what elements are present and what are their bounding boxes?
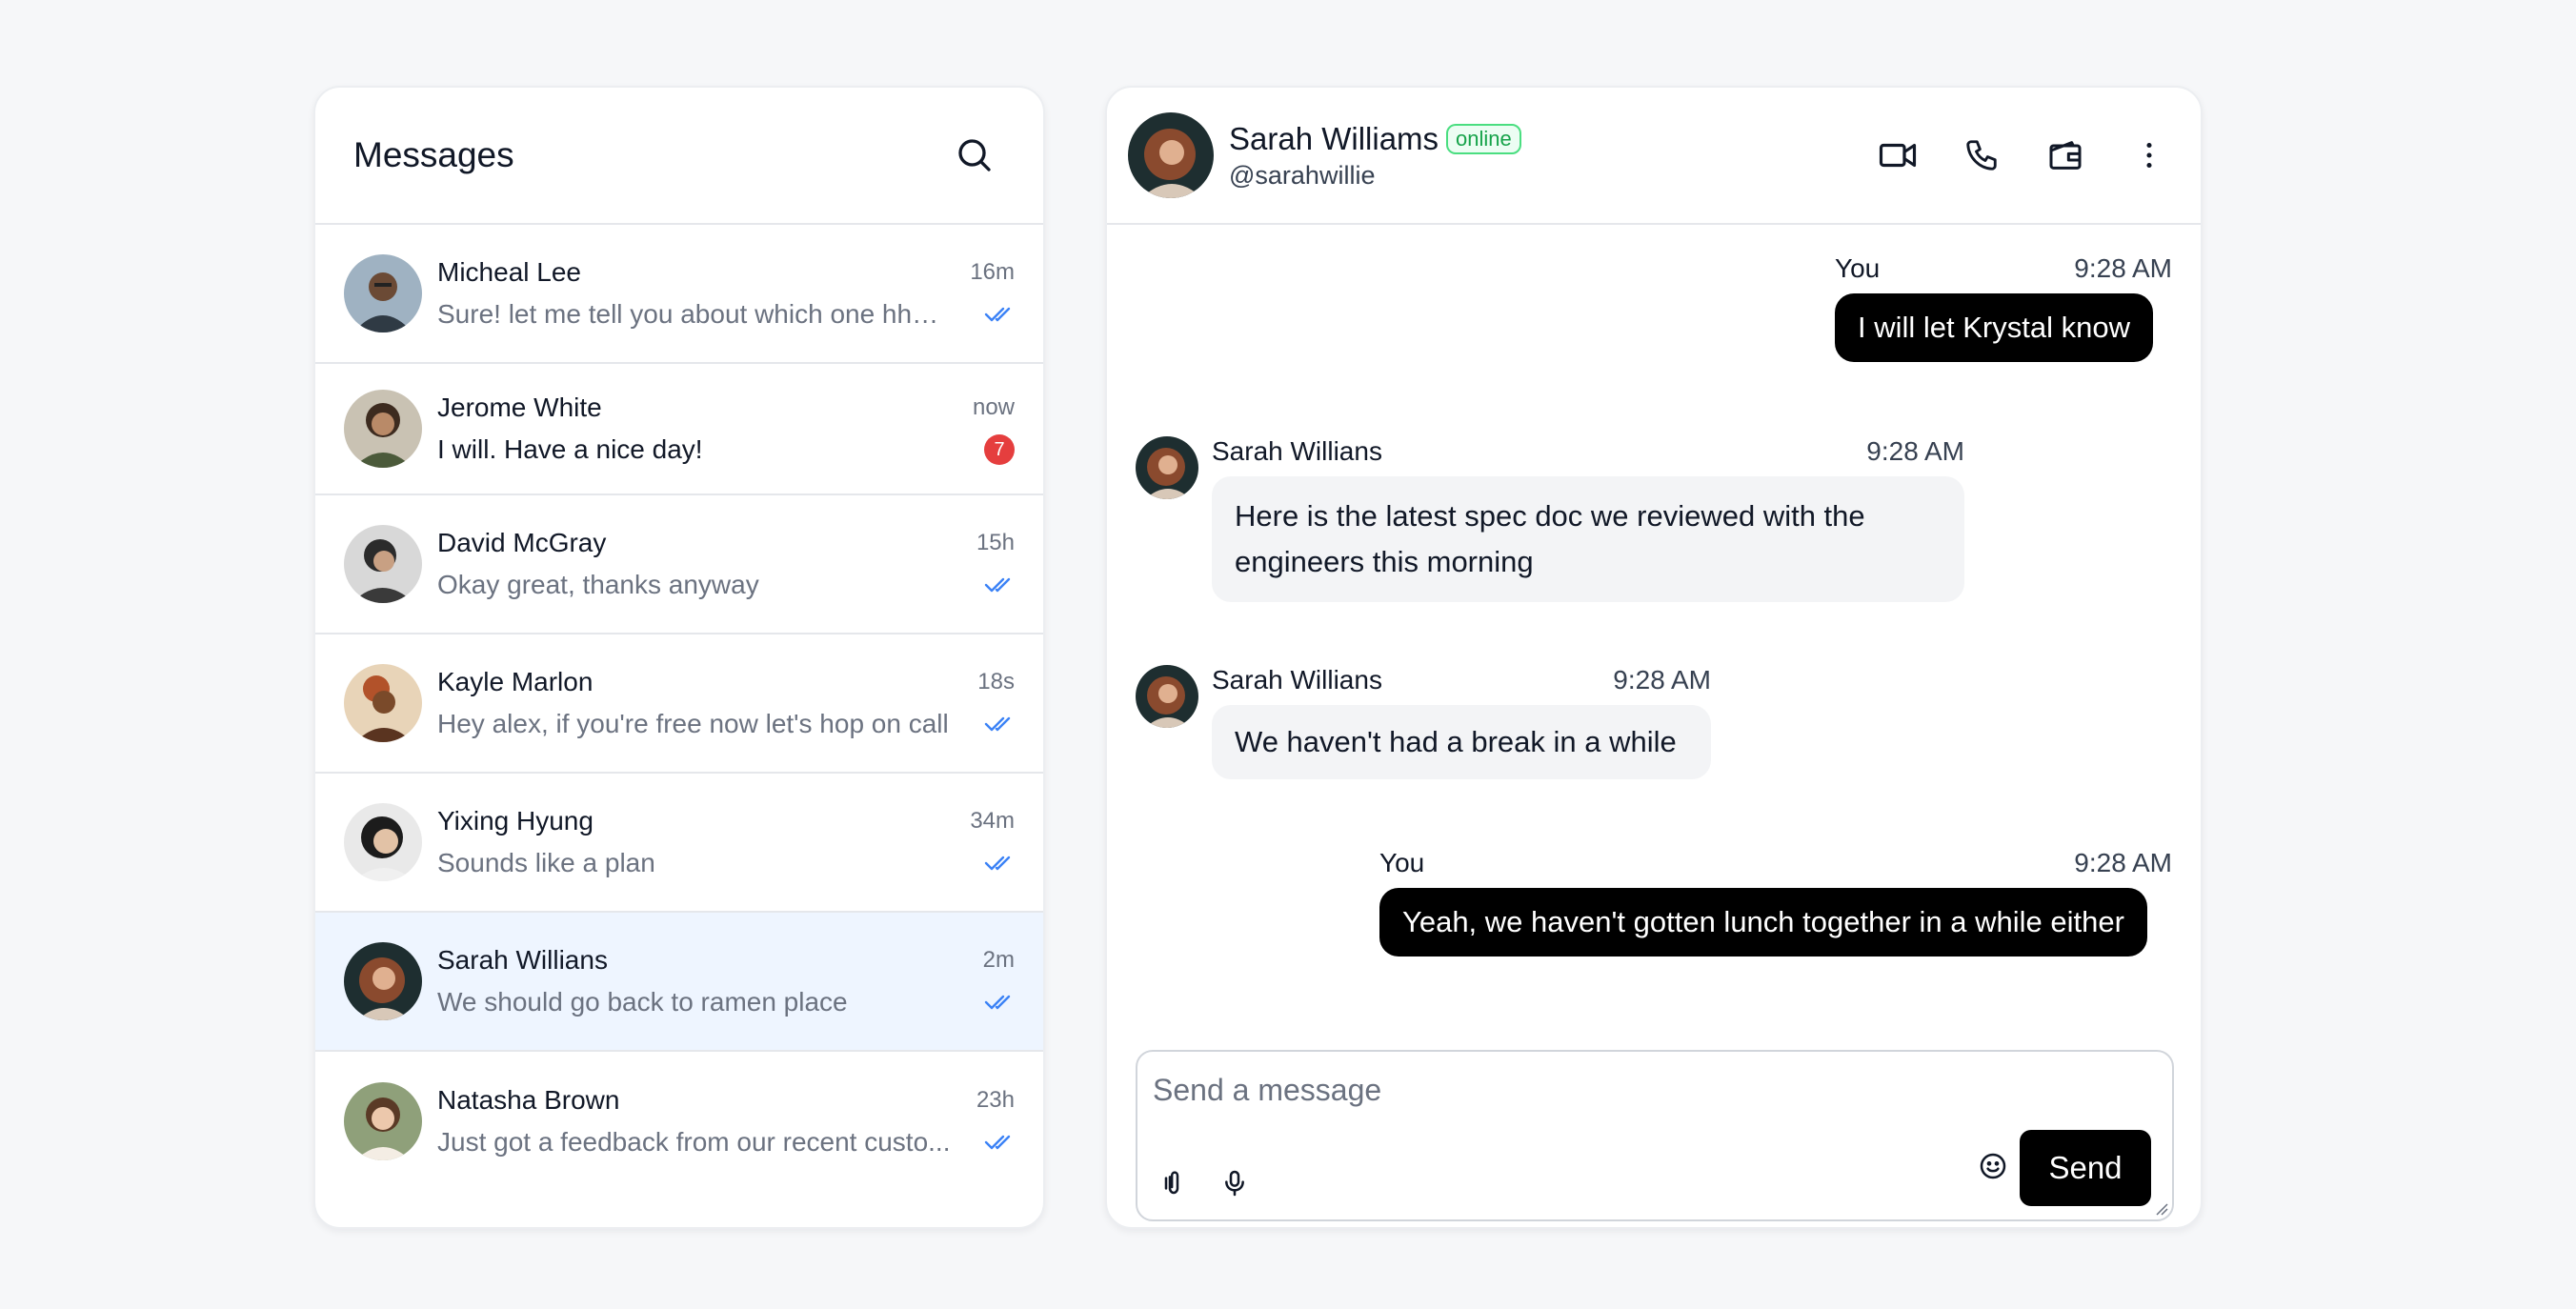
- attach-button[interactable]: [1155, 1164, 1193, 1202]
- message-outgoing: You 9:28 AM I will let Krystal know: [1835, 253, 2172, 362]
- message-time: 9:28 AM: [1613, 665, 1711, 695]
- message-time: 16m: [970, 259, 1015, 285]
- conversation-list-header: Messages: [315, 88, 1043, 225]
- online-status-badge: online: [1446, 123, 1521, 154]
- wallet-button[interactable]: [2043, 132, 2088, 178]
- contact-handle: @sarahwillie: [1229, 160, 1376, 190]
- message-time: 34m: [970, 808, 1015, 834]
- chat-header: Sarah Williams online @sarahwillie: [1107, 88, 2201, 225]
- message-time: 18s: [977, 669, 1015, 695]
- resize-handle-icon[interactable]: [2153, 1200, 2168, 1216]
- chat-panel: Sarah Williams online @sarahwillie You 9…: [1105, 86, 2203, 1229]
- message-incoming: Sarah Willians 9:28 AM We haven't had a …: [1212, 665, 1711, 779]
- message-time: 15h: [976, 530, 1015, 555]
- message-preview: We should go back to ramen place: [437, 987, 848, 1017]
- message-time: 9:28 AM: [1866, 436, 1964, 466]
- double-check-icon: [984, 995, 1011, 1010]
- message-time: now: [972, 394, 1015, 420]
- message-bubble: We haven't had a break in a while: [1212, 705, 1711, 779]
- message-time: 9:28 AM: [2074, 848, 2172, 877]
- messages-title: Messages: [353, 135, 514, 174]
- message-input[interactable]: [1153, 1069, 2010, 1111]
- conversation-item[interactable]: Natasha Brown 23h Just got a feedback fr…: [315, 1052, 1043, 1191]
- message-incoming: Sarah Willians 9:28 AM Here is the lates…: [1212, 436, 1964, 602]
- wallet-icon: [2049, 141, 2082, 170]
- conversation-item[interactable]: Jerome White now I will. Have a nice day…: [315, 364, 1043, 495]
- video-camera-icon: [1879, 143, 1917, 168]
- message-sender: You: [1835, 253, 1881, 283]
- double-check-icon: [984, 1135, 1011, 1150]
- smiley-icon: [1980, 1153, 2006, 1179]
- contact-name: Sarah Willians: [437, 945, 608, 975]
- message-sender: Sarah Willians: [1212, 665, 1382, 695]
- video-call-button[interactable]: [1875, 132, 1921, 178]
- message-time: 9:28 AM: [2074, 253, 2172, 283]
- unread-count-badge: 7: [984, 434, 1015, 465]
- double-check-icon: [984, 716, 1011, 732]
- avatar: [344, 525, 422, 603]
- avatar: [344, 664, 422, 742]
- search-button[interactable]: [952, 132, 997, 178]
- message-outgoing: You 9:28 AM Yeah, we haven't gotten lunc…: [1379, 848, 2172, 957]
- emoji-button[interactable]: [1974, 1147, 2012, 1185]
- more-vertical-icon: [2146, 142, 2152, 169]
- message-sender: You: [1379, 848, 1425, 877]
- conversation-list-panel: Messages Micheal Lee 16m Sure! let me te…: [313, 86, 1045, 1229]
- contact-name: Kayle Marlon: [437, 667, 594, 696]
- contact-name: David McGray: [437, 528, 607, 557]
- message-preview: Sure! let me tell you about which one hh…: [437, 299, 952, 329]
- avatar: [344, 390, 422, 468]
- message-preview: Sounds like a plan: [437, 848, 655, 877]
- sender-avatar: [1136, 665, 1198, 728]
- sender-avatar: [1136, 436, 1198, 499]
- message-preview: I will. Have a nice day!: [437, 434, 703, 464]
- double-check-icon: [984, 577, 1011, 593]
- message-preview: Okay great, thanks anyway: [437, 570, 759, 599]
- more-options-button[interactable]: [2126, 132, 2172, 178]
- message-time: 23h: [976, 1087, 1015, 1113]
- contact-name: Jerome White: [437, 393, 602, 422]
- voice-record-button[interactable]: [1216, 1164, 1254, 1202]
- contact-avatar[interactable]: [1128, 112, 1214, 198]
- conversation-item[interactable]: Yixing Hyung 34m Sounds like a plan: [315, 774, 1043, 913]
- message-preview: Just got a feedback from our recent cust…: [437, 1127, 951, 1157]
- avatar: [344, 1082, 422, 1160]
- message-bubble: Here is the latest spec doc we reviewed …: [1212, 476, 1964, 602]
- message-bubble: Yeah, we haven't gotten lunch together i…: [1379, 888, 2147, 957]
- double-check-icon: [984, 307, 1011, 322]
- avatar: [344, 942, 422, 1020]
- voice-call-button[interactable]: [1959, 132, 2004, 178]
- conversation-item[interactable]: Micheal Lee 16m Sure! let me tell you ab…: [315, 225, 1043, 364]
- contact-name: Micheal Lee: [437, 257, 581, 287]
- conversation-item-active[interactable]: Sarah Willians 2m We should go back to r…: [315, 913, 1043, 1052]
- message-composer: Send: [1136, 1050, 2174, 1221]
- conversation-item[interactable]: David McGray 15h Okay great, thanks anyw…: [315, 495, 1043, 634]
- microphone-icon: [1225, 1170, 1244, 1197]
- search-icon: [958, 139, 991, 171]
- contact-name: Yixing Hyung: [437, 806, 594, 836]
- message-sender: Sarah Willians: [1212, 436, 1382, 466]
- avatar: [344, 254, 422, 332]
- contact-name: Natasha Brown: [437, 1085, 620, 1115]
- message-preview: Hey alex, if you're free now let's hop o…: [437, 709, 949, 738]
- paperclip-icon: [1164, 1171, 1179, 1195]
- message-thread: You 9:28 AM I will let Krystal know Sara…: [1107, 225, 2201, 1054]
- message-time: 2m: [982, 947, 1015, 973]
- contact-name: Sarah Williams: [1229, 120, 1439, 156]
- message-bubble: I will let Krystal know: [1835, 293, 2153, 362]
- send-button[interactable]: Send: [2020, 1130, 2151, 1206]
- avatar: [344, 803, 422, 881]
- phone-icon: [1966, 140, 1997, 171]
- conversation-item[interactable]: Kayle Marlon 18s Hey alex, if you're fre…: [315, 634, 1043, 774]
- double-check-icon: [984, 856, 1011, 871]
